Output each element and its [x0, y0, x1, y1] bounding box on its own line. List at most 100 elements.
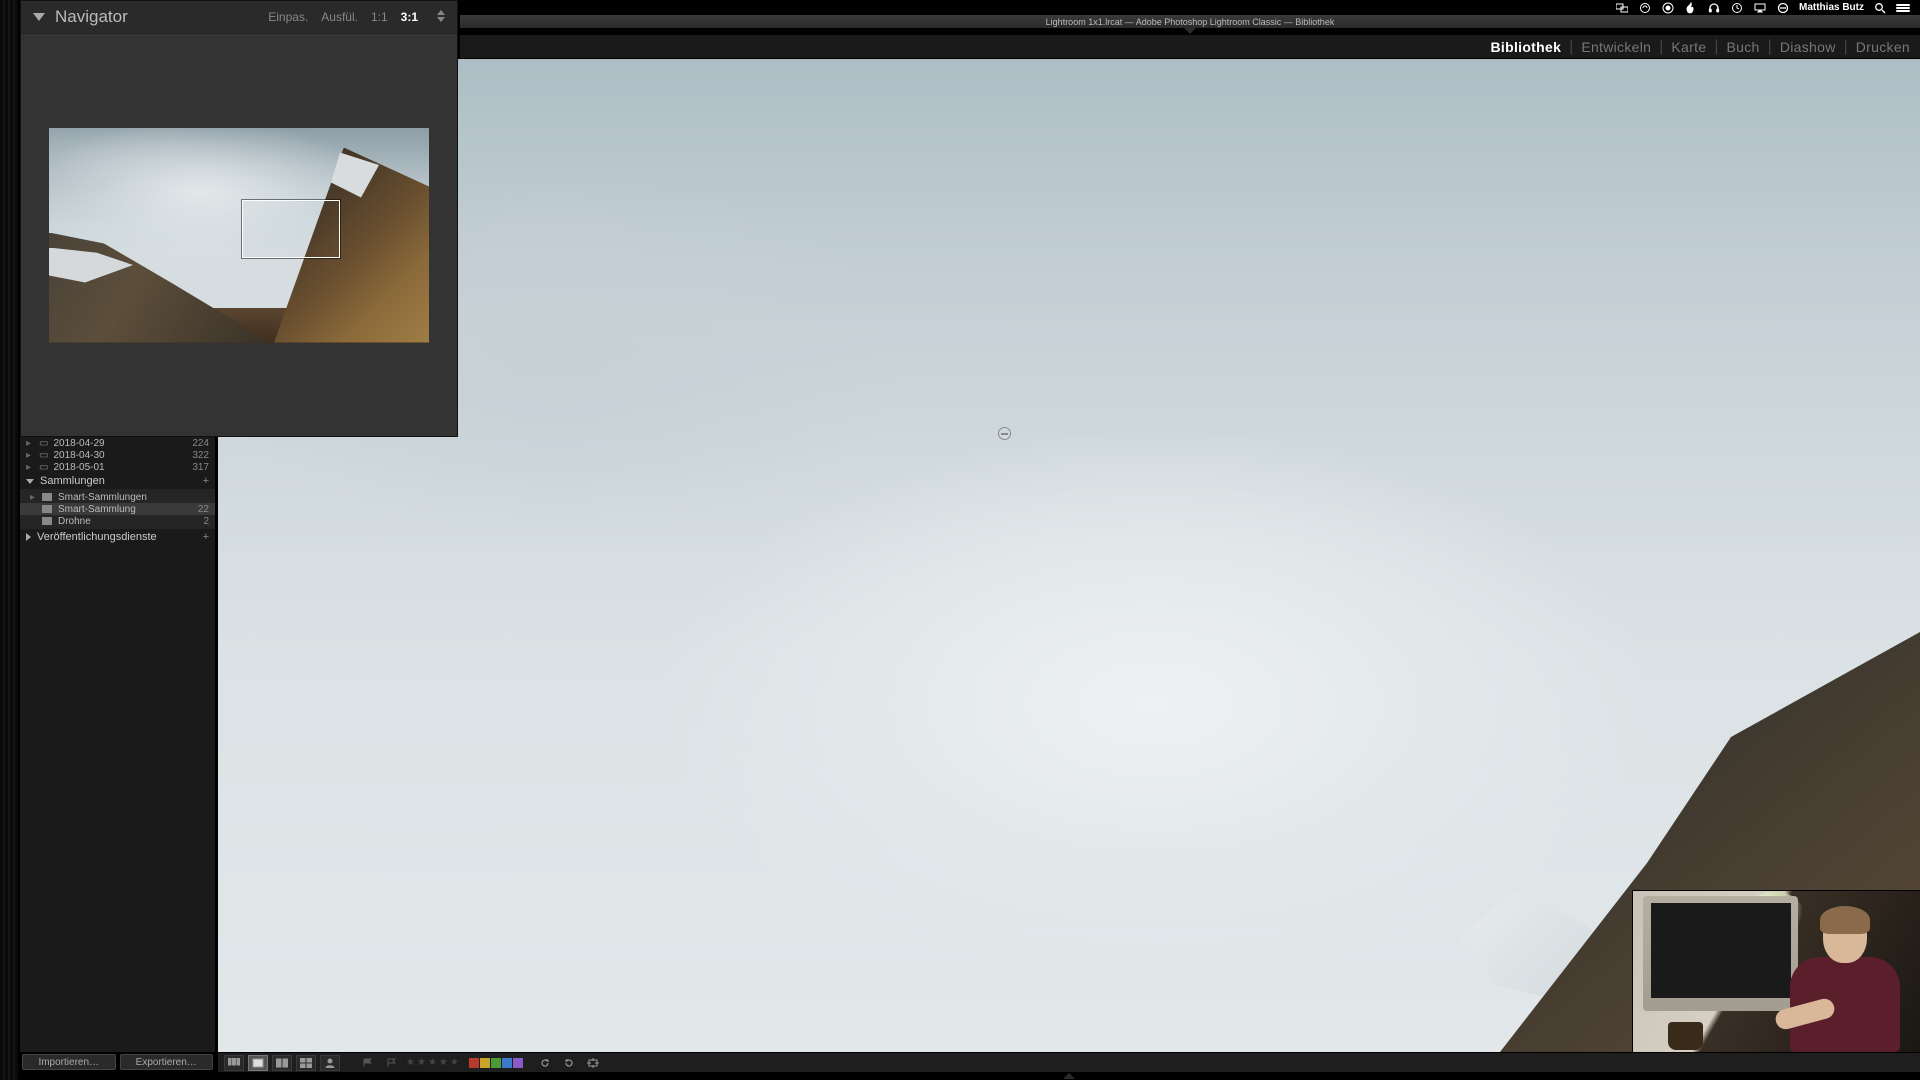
expand-arrow-icon[interactable]: ▸ [30, 492, 38, 503]
zoom-ratio[interactable]: 3:1 [401, 10, 418, 24]
flag-pick-button[interactable] [358, 1055, 378, 1071]
module-entwickeln[interactable]: Entwickeln [1581, 39, 1651, 55]
zoom-fit[interactable]: Einpas. [268, 10, 308, 24]
menubar-user[interactable]: Matthias Butz [1799, 2, 1864, 13]
collection-count: 2 [203, 516, 209, 527]
zoom-step-up-icon[interactable] [437, 10, 445, 15]
webcam-screen [1651, 903, 1791, 998]
airplay-icon[interactable] [1753, 1, 1767, 15]
window-titlebar: Lightroom 1x1.lrcat — Adobe Photoshop Li… [460, 15, 1920, 28]
zoom-stepper [437, 10, 445, 24]
collections-label: Sammlungen [40, 475, 105, 487]
filmstrip-handle[interactable] [218, 1072, 1920, 1080]
publish-label: Veröffentlichungsdienste [37, 531, 157, 543]
add-publish-icon[interactable]: + [203, 531, 209, 543]
time-machine-icon[interactable] [1730, 1, 1744, 15]
webcam-overlay [1633, 891, 1920, 1052]
folder-row[interactable]: ▸ ▭ 2018-05-01 317 [20, 461, 215, 473]
expand-arrow-icon[interactable]: ▸ [26, 450, 34, 461]
headphones-icon[interactable] [1707, 1, 1721, 15]
navigator-header[interactable]: Navigator Einpas. Ausfül. 1:1 3:1 [21, 1, 457, 34]
smart-collection-icon [42, 493, 52, 501]
collection-row[interactable]: ▸ Smart-Sammlungen [20, 491, 215, 503]
star-icon[interactable]: ★ [417, 1057, 426, 1068]
star-rating[interactable]: ★★★★★ [406, 1057, 459, 1068]
color-label-yellow[interactable] [480, 1058, 490, 1068]
star-icon[interactable]: ★ [428, 1057, 437, 1068]
collection-count: 22 [198, 504, 209, 515]
zoom-options: Einpas. Ausfül. 1:1 3:1 [268, 10, 445, 24]
module-diashow[interactable]: Diashow [1780, 39, 1836, 55]
module-buch[interactable]: Buch [1727, 39, 1760, 55]
disclosure-triangle-icon[interactable] [26, 479, 34, 484]
star-icon[interactable]: ★ [450, 1057, 459, 1068]
star-icon[interactable]: ★ [406, 1057, 415, 1068]
import-export-bar: Importieren… Exportieren… [20, 1052, 215, 1072]
zoom-1to1[interactable]: 1:1 [371, 10, 388, 24]
color-label-blue[interactable] [502, 1058, 512, 1068]
screens-icon[interactable] [1615, 1, 1629, 15]
mac-menubar: Matthias Butz [1605, 0, 1920, 15]
smart-collection-icon [42, 505, 52, 513]
export-button[interactable]: Exportieren… [120, 1054, 214, 1070]
collection-icon [42, 517, 52, 525]
top-panel-handle[interactable] [460, 28, 1920, 35]
bottom-toolbar: ★★★★★ [218, 1052, 1920, 1072]
spotlight-icon[interactable] [1873, 1, 1887, 15]
collections-header[interactable]: Sammlungen + [20, 473, 215, 489]
document-title: Lightroom 1x1.lrcat — Adobe Photoshop Li… [1046, 17, 1335, 27]
zoom-out-cursor-icon [998, 427, 1011, 440]
collection-name: Drohne [58, 516, 91, 527]
left-panel-lower: ▸ ▭ 2018-04-29 224 ▸ ▭ 2018-04-30 322 ▸ … [20, 437, 215, 1052]
folder-count: 224 [192, 438, 209, 449]
compare-view-button[interactable] [272, 1055, 292, 1071]
navigator-view-rect[interactable] [242, 200, 340, 258]
navigator-panel: Navigator Einpas. Ausfül. 1:1 3:1 [20, 0, 458, 437]
flame-icon[interactable] [1684, 1, 1698, 15]
star-icon[interactable]: ★ [439, 1057, 448, 1068]
navigator-thumbnail[interactable] [49, 128, 429, 343]
expand-arrow-icon[interactable]: ▸ [26, 438, 34, 449]
folder-count: 317 [192, 462, 209, 473]
module-bibliothek[interactable]: Bibliothek [1491, 39, 1562, 55]
rotate-cw-button[interactable] [559, 1055, 579, 1071]
module-karte[interactable]: Karte [1671, 39, 1706, 55]
flag-reject-button[interactable] [382, 1055, 402, 1071]
color-label-green[interactable] [491, 1058, 501, 1068]
expand-arrow-icon[interactable]: ▸ [26, 462, 34, 473]
zoom-step-down-icon[interactable] [437, 17, 445, 22]
collection-row[interactable]: Smart-Sammlung 22 [20, 503, 215, 515]
navigator-title: Navigator [55, 7, 268, 27]
folder-row[interactable]: ▸ ▭ 2018-04-30 322 [20, 449, 215, 461]
publish-header[interactable]: Veröffentlichungsdienste + [20, 529, 215, 545]
menu-icon[interactable] [1896, 1, 1910, 15]
module-picker: Bibliothek| Entwickeln| Karte| Buch| Dia… [460, 35, 1920, 59]
left-panel-edge [0, 0, 18, 1080]
do-not-disturb-icon[interactable] [1776, 1, 1790, 15]
add-collection-icon[interactable]: + [203, 475, 209, 487]
rotate-ccw-button[interactable] [535, 1055, 555, 1071]
cloud-sync-icon[interactable] [1638, 1, 1652, 15]
module-drucken[interactable]: Drucken [1856, 39, 1910, 55]
disclosure-triangle-icon[interactable] [33, 13, 45, 21]
people-view-button[interactable] [320, 1055, 340, 1071]
collections-list: ▸ Smart-Sammlungen Smart-Sammlung 22 Dro… [20, 489, 215, 529]
import-button[interactable]: Importieren… [22, 1054, 116, 1070]
survey-view-button[interactable] [296, 1055, 316, 1071]
color-labels [469, 1058, 523, 1068]
sync-button[interactable] [583, 1055, 603, 1071]
disclosure-triangle-icon[interactable] [26, 533, 31, 541]
collection-row[interactable]: Drohne 2 [20, 515, 215, 527]
color-label-red[interactable] [469, 1058, 479, 1068]
color-label-purple[interactable] [513, 1058, 523, 1068]
folder-row[interactable]: ▸ ▭ 2018-04-29 224 [20, 437, 215, 449]
folder-name: 2018-04-29 [53, 438, 104, 449]
folder-icon: ▭ [39, 450, 48, 461]
folder-name: 2018-05-01 [53, 462, 104, 473]
loupe-view-button[interactable] [248, 1055, 268, 1071]
adobe-cc-icon[interactable] [1661, 1, 1675, 15]
grid-view-button[interactable] [224, 1055, 244, 1071]
webcam-mug [1668, 1022, 1703, 1050]
zoom-fill[interactable]: Ausfül. [321, 10, 358, 24]
collection-name: Smart-Sammlung [58, 504, 136, 515]
